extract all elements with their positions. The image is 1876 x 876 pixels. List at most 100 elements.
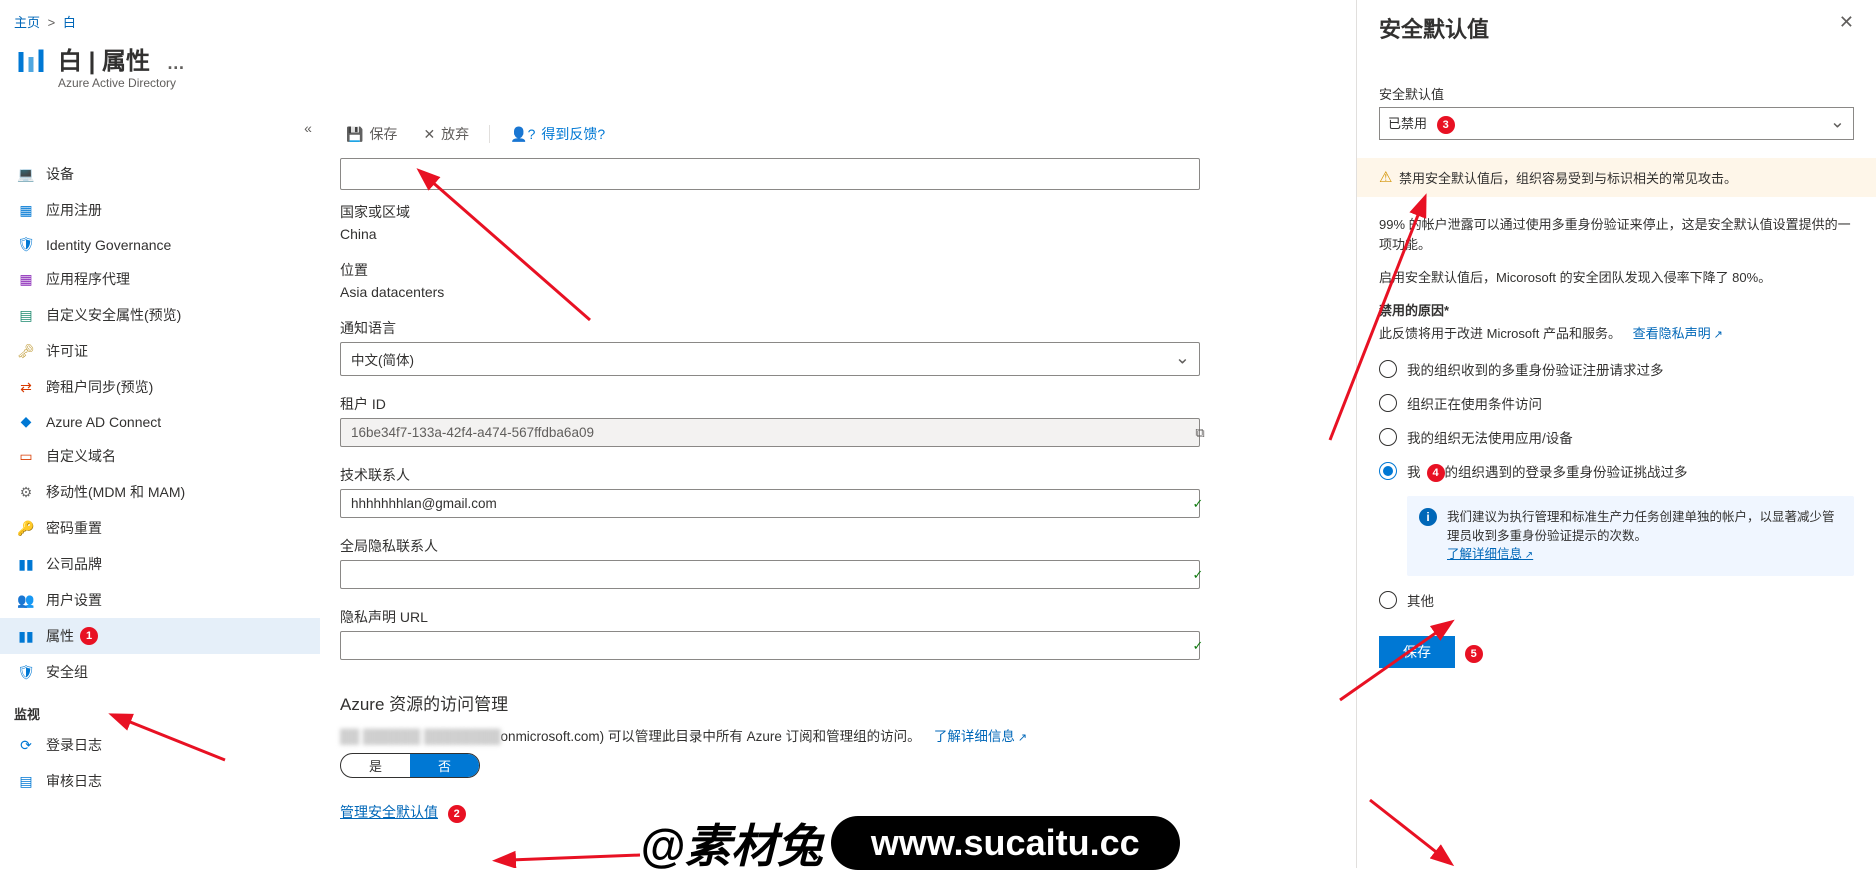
nav-icon: ⟳ bbox=[14, 737, 38, 754]
access-management-heading: Azure 资源的访问管理 bbox=[340, 690, 1220, 715]
page-header: 白 | 属性 … Azure Active Directory bbox=[0, 35, 320, 104]
nav-icon: ◆ bbox=[14, 413, 38, 430]
name-input[interactable] bbox=[340, 158, 1200, 190]
sidebar-item-9[interactable]: ⚙移动性(MDM 和 MAM) bbox=[0, 474, 320, 510]
warning-banner: ⚠ 禁用安全默认值后，组织容易受到与标识相关的常见攻击。 bbox=[1357, 158, 1876, 197]
learn-more-link[interactable]: 了解详细信息 bbox=[934, 729, 1027, 744]
annotation-badge-5: 5 bbox=[1465, 645, 1483, 663]
tech-contact-input[interactable] bbox=[340, 489, 1200, 518]
global-privacy-input[interactable] bbox=[340, 560, 1200, 589]
nav-label: 跨租户同步(预览) bbox=[46, 377, 153, 397]
flyout-paragraph-2: 启用安全默认值后，Micorosoft 的安全团队发现入侵率下降了 80%。 bbox=[1379, 268, 1854, 289]
nav-label: 设备 bbox=[46, 164, 74, 184]
info-learn-more-link[interactable]: 了解详细信息 bbox=[1447, 547, 1533, 561]
recommendation-info-box: i我们建议为执行管理和标准生产力任务创建单独的帐户，以显著减少管理员收到多重身份… bbox=[1407, 496, 1854, 576]
radio-circle[interactable] bbox=[1379, 360, 1397, 378]
privacy-statement-link[interactable]: 查看隐私声明 bbox=[1633, 326, 1723, 341]
sidebar-item-11[interactable]: ▮▮公司品牌 bbox=[0, 546, 320, 582]
nav-label: 自定义安全属性(预览) bbox=[46, 305, 181, 325]
feedback-button[interactable]: 👤? 得到反馈? bbox=[504, 122, 611, 146]
sidebar-item-13[interactable]: ▮▮属性1 bbox=[0, 618, 320, 654]
sidebar-item-4[interactable]: ▤ 自定义安全属性(预览) bbox=[0, 297, 320, 333]
radio-circle[interactable] bbox=[1379, 428, 1397, 446]
sidebar-item-3[interactable]: ▦应用程序代理 bbox=[0, 261, 320, 297]
properties-icon bbox=[14, 45, 48, 79]
toggle-no[interactable]: 否 bbox=[410, 754, 479, 777]
tenant-id-label: 租户 ID bbox=[340, 394, 1220, 414]
nav-label: 属性 bbox=[46, 626, 74, 646]
nav-icon: ▤ bbox=[14, 307, 38, 324]
privacy-url-input[interactable] bbox=[340, 631, 1200, 660]
nav-icon: 🛡 bbox=[14, 664, 38, 681]
security-defaults-panel: 安全默认值 ✕ 安全默认值 已禁用 3 ⚠ 禁用安全默认值后，组织容易受到与标识… bbox=[1356, 0, 1876, 868]
toggle-yes[interactable]: 是 bbox=[341, 754, 410, 777]
manage-security-defaults-link[interactable]: 管理安全默认值 bbox=[340, 802, 438, 822]
radio-circle[interactable] bbox=[1379, 591, 1397, 609]
nav-collapse-icon[interactable]: « bbox=[293, 120, 323, 136]
radio-circle[interactable] bbox=[1379, 394, 1397, 412]
security-defaults-select[interactable]: 已禁用 3 bbox=[1379, 107, 1854, 140]
flyout-title: 安全默认值 bbox=[1379, 12, 1489, 44]
sidebar-item-10[interactable]: 🔑密码重置 bbox=[0, 510, 320, 546]
nav-label: 密码重置 bbox=[46, 518, 102, 538]
info-icon: i bbox=[1419, 508, 1437, 526]
notif-lang-label: 通知语言 bbox=[340, 318, 1220, 338]
nav-icon: 👥 bbox=[14, 592, 38, 609]
country-value: China bbox=[340, 226, 1220, 242]
sidebar-item-14[interactable]: 🛡 安全组 bbox=[0, 654, 320, 690]
page-subtitle: Azure Active Directory bbox=[58, 76, 185, 90]
nav-label: 安全组 bbox=[46, 662, 88, 682]
blurred-text: ██ ██████ ████████ bbox=[340, 729, 501, 744]
reason-subtitle: 此反馈将用于改进 Microsoft 产品和服务。 bbox=[1379, 326, 1621, 341]
nav-label: 审核日志 bbox=[46, 771, 102, 791]
main-content: 💾 保存 ✕ 放弃 👤? 得到反馈? 国家或区域 China 位置 Asia d… bbox=[340, 118, 1220, 823]
sidebar-item-8[interactable]: ▭自定义域名 bbox=[0, 438, 320, 474]
global-privacy-label: 全局隐私联系人 bbox=[340, 536, 1220, 556]
annotation-badge-3: 3 bbox=[1437, 116, 1455, 134]
sidebar-monitoring-item-1[interactable]: ▤审核日志 bbox=[0, 763, 320, 799]
save-button[interactable]: 💾 保存 bbox=[340, 122, 403, 146]
radio-label: 我的组织无法使用应用/设备 bbox=[1407, 427, 1573, 447]
nav-label: 自定义域名 bbox=[46, 446, 116, 466]
close-icon[interactable]: ✕ bbox=[1839, 12, 1854, 33]
breadcrumb-tenant[interactable]: 白 bbox=[63, 15, 76, 30]
watermark: @素材兔 www.sucaitu.cc bbox=[640, 810, 1180, 876]
discard-button[interactable]: ✕ 放弃 bbox=[417, 122, 475, 146]
sidebar-monitoring-item-0[interactable]: ⟳登录日志 bbox=[0, 727, 320, 763]
nav-label: 应用注册 bbox=[46, 200, 102, 220]
check-icon: ✓ bbox=[1184, 638, 1212, 654]
side-nav: 💻设备▦应用注册🛡Identity Governance▦应用程序代理 ▤ 自定义安… bbox=[0, 156, 320, 868]
breadcrumb-sep: > bbox=[48, 15, 56, 30]
notif-lang-select[interactable]: 中文(简体) bbox=[340, 342, 1200, 376]
disable-reason-radio-0[interactable]: 我的组织收到的多重身份验证注册请求过多 bbox=[1379, 359, 1854, 379]
sidebar-item-0[interactable]: 💻设备 bbox=[0, 156, 320, 192]
sidebar-item-6[interactable]: ⇄跨租户同步(预览) bbox=[0, 369, 320, 405]
toolbar: 💾 保存 ✕ 放弃 👤? 得到反馈? bbox=[340, 118, 1220, 158]
breadcrumb-home[interactable]: 主页 bbox=[14, 15, 40, 30]
save-icon: 💾 bbox=[346, 126, 363, 143]
sidebar-item-7[interactable]: ◆ Azure AD Connect bbox=[0, 405, 320, 438]
access-toggle[interactable]: 是 否 bbox=[340, 753, 480, 778]
disable-reason-radio-2[interactable]: 我的组织无法使用应用/设备 bbox=[1379, 427, 1854, 447]
sidebar-item-1[interactable]: ▦应用注册 bbox=[0, 192, 320, 228]
nav-label: 应用程序代理 bbox=[46, 269, 130, 289]
country-label: 国家或区域 bbox=[340, 202, 1220, 222]
nav-label: Azure AD Connect bbox=[46, 414, 161, 430]
radio-circle[interactable] bbox=[1379, 462, 1397, 480]
disable-reason-radio-1[interactable]: 组织正在使用条件访问 bbox=[1379, 393, 1854, 413]
tech-contact-label: 技术联系人 bbox=[340, 465, 1220, 485]
more-icon[interactable]: … bbox=[167, 53, 185, 73]
radio-label: 我4的组织遇到的登录多重身份验证挑战过多 bbox=[1407, 461, 1688, 482]
disable-reason-radio-4[interactable]: 其他 bbox=[1379, 590, 1854, 610]
copy-icon[interactable]: ⧉ bbox=[1186, 425, 1214, 441]
sidebar-item-2[interactable]: 🛡Identity Governance bbox=[0, 228, 320, 261]
location-value: Asia datacenters bbox=[340, 284, 1220, 300]
nav-label: 公司品牌 bbox=[46, 554, 102, 574]
discard-icon: ✕ bbox=[423, 126, 435, 143]
flyout-save-button[interactable]: 保存 bbox=[1379, 636, 1455, 668]
sidebar-item-5[interactable]: 🗝许可证 bbox=[0, 333, 320, 369]
check-icon: ✓ bbox=[1184, 496, 1212, 512]
annotation-badge-2: 2 bbox=[448, 805, 466, 823]
disable-reason-radio-3[interactable]: 我4的组织遇到的登录多重身份验证挑战过多 bbox=[1379, 461, 1854, 482]
sidebar-item-12[interactable]: 👥用户设置 bbox=[0, 582, 320, 618]
